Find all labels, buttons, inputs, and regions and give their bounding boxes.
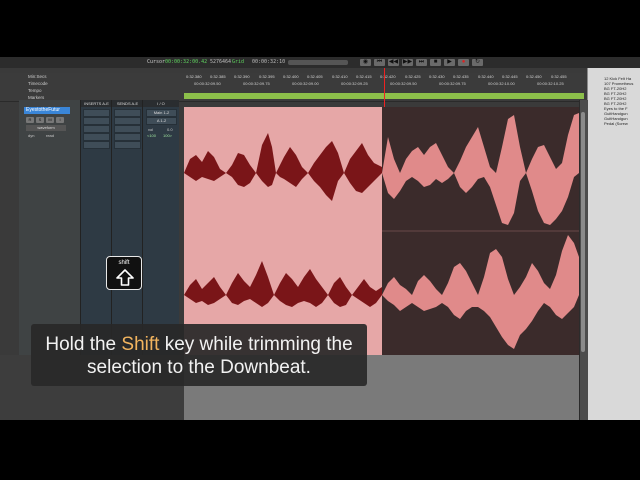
sends-column: SENDS A-E bbox=[111, 100, 143, 355]
stop-button[interactable]: ■ bbox=[430, 59, 441, 66]
insert-slot[interactable] bbox=[83, 125, 110, 133]
cursor-label: Cursor bbox=[147, 59, 166, 65]
ruler-tick: 00:00:32:09.75 bbox=[439, 81, 466, 86]
record-button[interactable]: ● bbox=[458, 59, 469, 66]
grid-label[interactable]: Grid bbox=[232, 59, 244, 65]
ruler-tick: 0:32.450 bbox=[526, 74, 542, 79]
ruler-tick: 00:00:32:10.25 bbox=[537, 81, 564, 86]
ruler-tick: 00:00:32:10.00 bbox=[488, 81, 515, 86]
ruler-tick: 0:32.440 bbox=[478, 74, 494, 79]
send-slot[interactable] bbox=[114, 133, 141, 141]
secondary-counter: 00:00:32:10 bbox=[252, 59, 286, 65]
inserts-header: INSERTS A-E bbox=[81, 100, 112, 107]
rewind-button[interactable]: ◀◀ bbox=[388, 59, 399, 66]
fast-forward-button[interactable]: ▶▶ bbox=[402, 59, 413, 66]
solo-button[interactable]: S bbox=[36, 117, 44, 123]
waveform-channel-2-selected bbox=[184, 261, 382, 307]
timecode-ruler-label: Timecode bbox=[28, 81, 48, 86]
ruler-tick: 0:32.430 bbox=[429, 74, 445, 79]
waveform-channel-1-selected bbox=[184, 133, 382, 201]
insert-slot[interactable] bbox=[83, 117, 110, 125]
ruler-tick: 0:32.380 bbox=[186, 74, 202, 79]
tempo-ruler-label: Tempo bbox=[28, 88, 42, 93]
tutorial-caption: Hold the Shift key while trimming the se… bbox=[31, 324, 367, 386]
minsecs-ruler-label: Min:Secs bbox=[28, 74, 47, 79]
scrollbar-thumb[interactable] bbox=[581, 112, 585, 352]
waveform-display bbox=[184, 113, 579, 349]
clip-list: 12 Kick Felt Ha 107 Prometheus BG FT-20H… bbox=[600, 76, 640, 134]
sample-counter: 5276464 bbox=[210, 59, 232, 65]
ruler-tick: 00:00:32:09.50 bbox=[194, 81, 221, 86]
play-button[interactable]: ▶ bbox=[444, 59, 455, 66]
waveform-channel-1-clip bbox=[382, 113, 579, 225]
clip-list-item[interactable]: Pedal (Screw bbox=[604, 121, 628, 126]
insert-slot[interactable] bbox=[83, 109, 110, 117]
insert-slot[interactable] bbox=[83, 133, 110, 141]
main-counter: 00:00:32:00.42 bbox=[165, 59, 208, 65]
volume-label: vol bbox=[148, 127, 154, 132]
sends-header: SENDS A-E bbox=[112, 100, 143, 107]
playhead-cursor bbox=[384, 68, 385, 108]
ruler-tick: 0:32.390 bbox=[234, 74, 250, 79]
ruler-tick: 00:00:32:09.75 bbox=[243, 81, 270, 86]
ruler-tick: 0:32.455 bbox=[551, 74, 567, 79]
mute-button[interactable]: M bbox=[46, 117, 54, 123]
send-slot[interactable] bbox=[114, 117, 141, 125]
input-monitor-button[interactable]: I bbox=[56, 117, 64, 123]
shift-key-label: shift bbox=[118, 260, 130, 266]
loop-button[interactable]: ↻ bbox=[472, 59, 483, 66]
ruler-tick: 0:32.415 bbox=[356, 74, 372, 79]
ruler-tick: 0:32.410 bbox=[332, 74, 348, 79]
send-slot[interactable] bbox=[114, 109, 141, 117]
record-arm-button[interactable]: R bbox=[26, 117, 34, 123]
send-slot[interactable] bbox=[114, 125, 141, 133]
input-selector[interactable]: Main 1-2 bbox=[146, 109, 177, 117]
ruler-tick: 0:32.385 bbox=[210, 74, 226, 79]
io-column: I / O Main 1-2 A 1-2 vol 0.0 <100 100> bbox=[142, 100, 179, 355]
caption-highlight: Shift bbox=[121, 334, 160, 355]
send-slot[interactable] bbox=[114, 141, 141, 149]
io-header: I / O bbox=[143, 100, 179, 107]
ruler-tick: 0:32.435 bbox=[453, 74, 469, 79]
go-to-end-button[interactable]: ⏭ bbox=[416, 59, 427, 66]
automation-mode[interactable]: read bbox=[46, 133, 54, 138]
pan-right[interactable]: 100> bbox=[163, 133, 172, 138]
ruler-tick: 0:32.425 bbox=[405, 74, 421, 79]
ruler-tick: 00:00:32:09.25 bbox=[341, 81, 368, 86]
shift-key-overlay: shift bbox=[106, 256, 142, 290]
ruler-tick: 0:32.445 bbox=[502, 74, 518, 79]
zoom-slider[interactable] bbox=[288, 60, 348, 65]
pan-left[interactable]: <100 bbox=[147, 133, 156, 138]
waveform-channel-2-clip bbox=[382, 235, 579, 349]
ruler-tick: 00:00:32:09.00 bbox=[292, 81, 319, 86]
dyn-label: dyn bbox=[28, 133, 35, 138]
return-to-zero-button[interactable]: ⏮ bbox=[374, 59, 385, 66]
track-header bbox=[19, 100, 80, 355]
caption-text: Hold the Shift key while trimming the se… bbox=[31, 333, 367, 379]
ruler-tick: 0:32.420 bbox=[380, 74, 396, 79]
ruler-tick: 0:32.400 bbox=[283, 74, 299, 79]
caption-text-before: Hold the bbox=[45, 334, 122, 355]
ruler-tick: 0:32.395 bbox=[259, 74, 275, 79]
insert-slot[interactable] bbox=[83, 141, 110, 149]
track-view-selector[interactable]: waveform bbox=[26, 125, 66, 131]
inserts-column: INSERTS A-E bbox=[80, 100, 112, 355]
ruler-tick: 00:00:32:09.50 bbox=[390, 81, 417, 86]
track-name[interactable]: EyestotheFutur bbox=[24, 107, 70, 114]
shift-arrow-icon bbox=[116, 269, 134, 286]
volume-value[interactable]: 0.0 bbox=[167, 127, 173, 132]
output-selector[interactable]: A 1-2 bbox=[146, 117, 177, 125]
ruler-tick: 0:32.405 bbox=[307, 74, 323, 79]
online-button[interactable]: ◉ bbox=[360, 59, 371, 66]
